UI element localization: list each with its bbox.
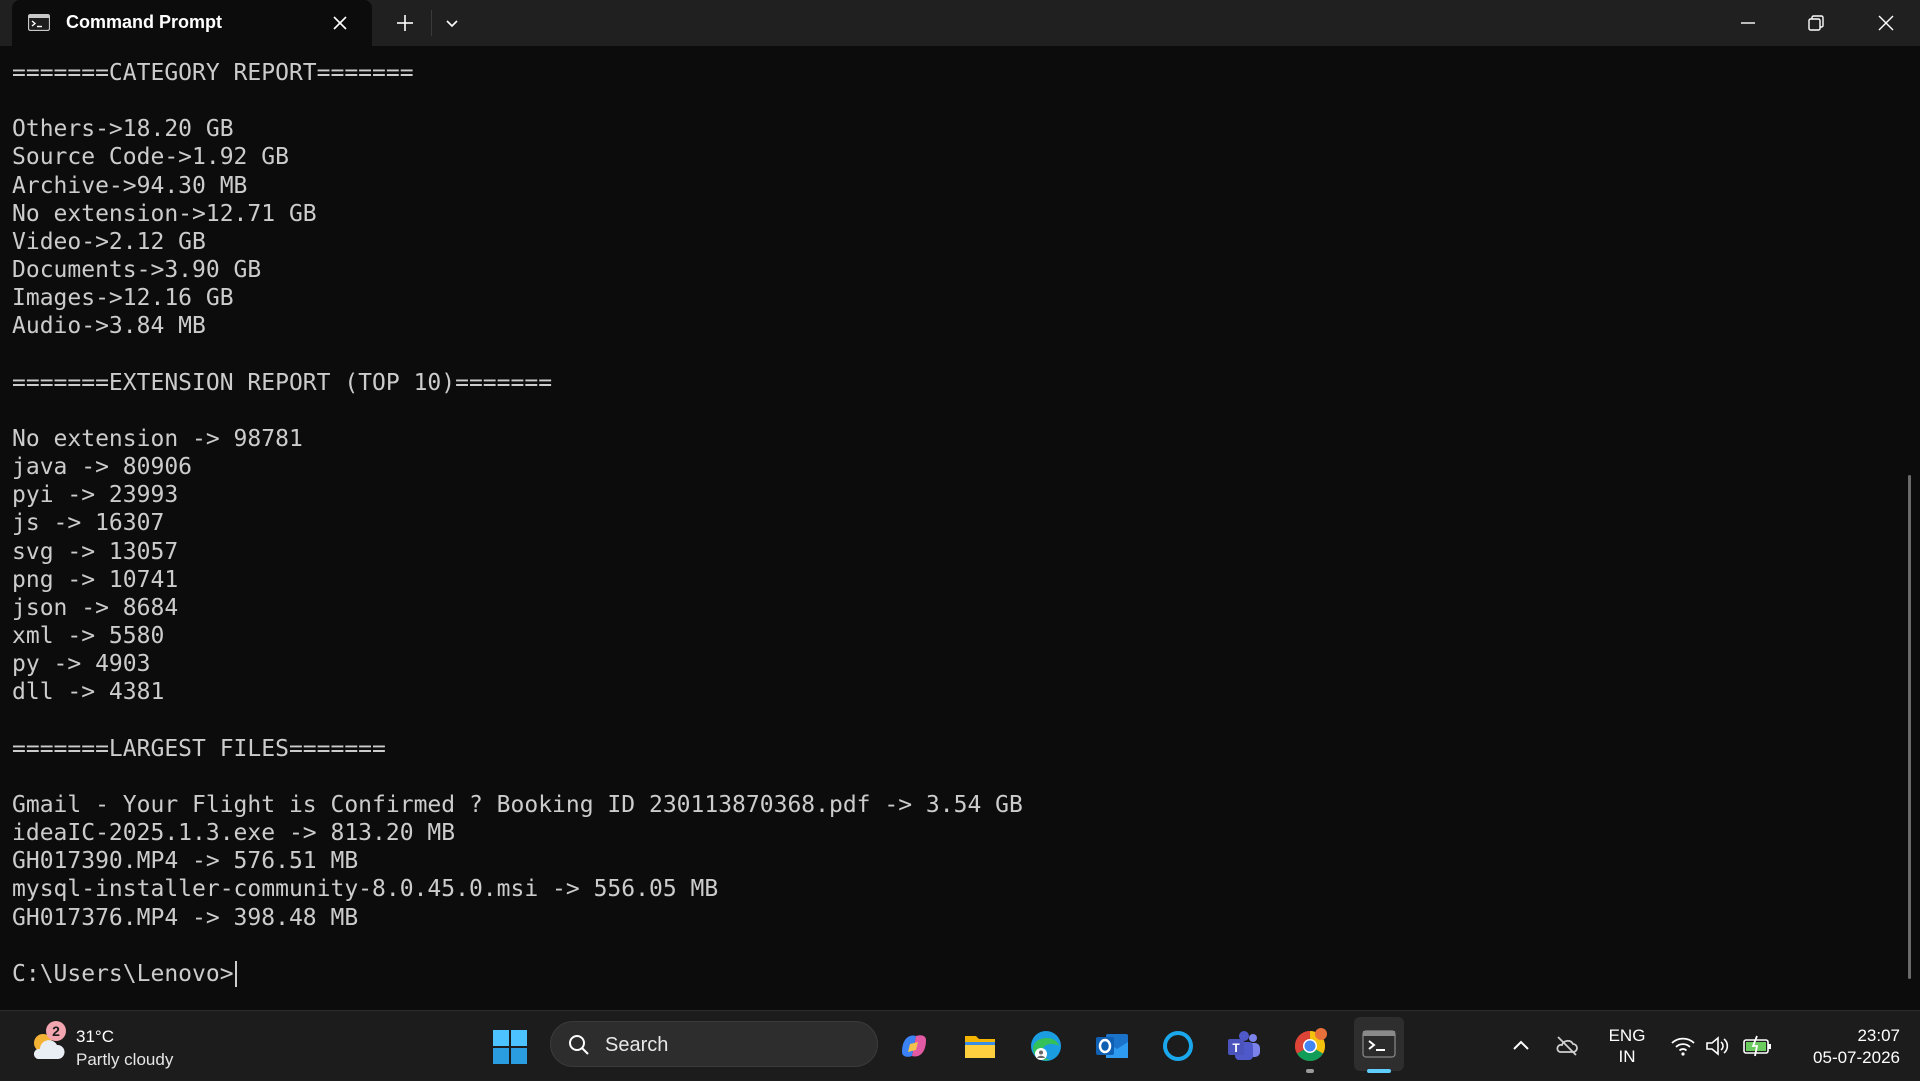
terminal-line: Images->12.16 GB [12, 285, 234, 312]
terminal-line: java -> 80906 [12, 454, 193, 481]
text-cursor [234, 960, 237, 987]
search-label: Search [605, 1034, 669, 1056]
outlook-icon[interactable] [1090, 1024, 1134, 1068]
taskbar: 2 31°C Partly cloudy Search T ENG IN 23:… [0, 1010, 1920, 1081]
terminal-active-indicator [1367, 1069, 1391, 1073]
language-region: IN [1618, 1047, 1636, 1066]
terminal-line: Gmail - Your Flight is Confirmed ? Booki… [12, 791, 1023, 818]
new-tab-icon[interactable] [393, 11, 417, 35]
terminal-line: GH017376.MP4 -> 398.48 MB [12, 904, 359, 931]
terminal-line: =======EXTENSION REPORT (TOP 10)======= [12, 369, 553, 396]
cloud-off-icon[interactable] [1554, 1033, 1580, 1059]
close-window-icon[interactable] [1874, 11, 1898, 35]
weather-condition: Partly cloudy [76, 1050, 174, 1069]
tab-separator [431, 10, 432, 36]
svg-text:T: T [1232, 1041, 1240, 1055]
terminal-window: Command Prompt =======CATEGORY REPORT===… [0, 0, 1920, 1010]
terminal-line: mysql-installer-community-8.0.45.0.msi -… [12, 876, 719, 903]
tab-title: Command Prompt [66, 12, 223, 32]
terminal-line: Archive->94.30 MB [12, 172, 248, 199]
language-code: ENG [1608, 1026, 1646, 1045]
tab-command-prompt[interactable]: Command Prompt [12, 0, 372, 46]
weather-temperature: 31°C [76, 1027, 114, 1046]
terminal-line: js -> 16307 [12, 510, 165, 537]
chrome-icon[interactable] [1288, 1024, 1332, 1068]
weather-widget[interactable]: 2 31°C Partly cloudy [24, 1019, 224, 1073]
terminal-line: pyi -> 23993 [12, 482, 179, 509]
terminal-line: svg -> 13057 [12, 538, 179, 565]
terminal-line: No extension->12.71 GB [12, 200, 317, 227]
terminal-line: GH017390.MP4 -> 576.51 MB [12, 848, 359, 875]
search-icon [569, 1035, 589, 1055]
terminal-line: Video->2.12 GB [12, 228, 206, 255]
volume-icon[interactable] [1704, 1033, 1730, 1059]
terminal-line: py -> 4903 [12, 651, 151, 678]
terminal-line: json -> 8684 [12, 594, 179, 621]
minimize-icon[interactable] [1736, 11, 1760, 35]
command-prompt-icon [28, 14, 50, 31]
title-bar[interactable]: Command Prompt [0, 0, 1920, 46]
battery-charging-icon[interactable] [1742, 1033, 1772, 1059]
terminal-line: =======LARGEST FILES======= [12, 735, 386, 762]
start-button[interactable] [492, 1029, 528, 1065]
terminal-line: Audio->3.84 MB [12, 313, 206, 340]
terminal-line: png -> 10741 [12, 566, 179, 593]
taskbar-search[interactable]: Search [550, 1021, 878, 1067]
close-tab-icon[interactable] [330, 13, 350, 33]
system-clock[interactable]: 23:07 05-07-2026 [1790, 1025, 1900, 1069]
terminal-line: =======CATEGORY REPORT======= [12, 60, 414, 86]
terminal-line: Documents->3.90 GB [12, 257, 262, 284]
terminal-line: No extension -> 98781 [12, 425, 303, 452]
clock-time: 23:07 [1857, 1026, 1900, 1045]
terminal-line: Others->18.20 GB [12, 116, 234, 143]
copilot-icon[interactable] [892, 1024, 936, 1068]
terminal-line: ideaIC-2025.1.3.exe -> 813.20 MB [12, 820, 456, 847]
teams-icon[interactable]: T [1222, 1024, 1266, 1068]
terminal-line: Source Code->1.92 GB [12, 144, 289, 171]
terminal-line: xml -> 5580 [12, 623, 165, 649]
cortana-icon[interactable] [1156, 1024, 1200, 1068]
clock-date: 05-07-2026 [1813, 1048, 1900, 1067]
file-explorer-icon[interactable] [958, 1024, 1002, 1068]
edge-icon[interactable] [1024, 1024, 1068, 1068]
terminal-line: dll -> 4381 [12, 679, 165, 706]
weather-badge: 2 [46, 1021, 66, 1041]
wifi-icon[interactable] [1670, 1033, 1696, 1059]
terminal-line: C:\Users\Lenovo> [12, 960, 234, 987]
terminal-output[interactable]: =======CATEGORY REPORT======= Others->18.… [0, 46, 1908, 1010]
chrome-running-indicator [1306, 1069, 1314, 1073]
language-indicator[interactable]: ENG IN [1608, 1025, 1646, 1067]
chevron-up-icon[interactable] [1508, 1033, 1534, 1059]
chevron-down-icon[interactable] [442, 13, 462, 33]
scrollbar[interactable] [1908, 475, 1911, 979]
restore-icon[interactable] [1804, 11, 1828, 35]
terminal-icon[interactable] [1354, 1017, 1404, 1071]
